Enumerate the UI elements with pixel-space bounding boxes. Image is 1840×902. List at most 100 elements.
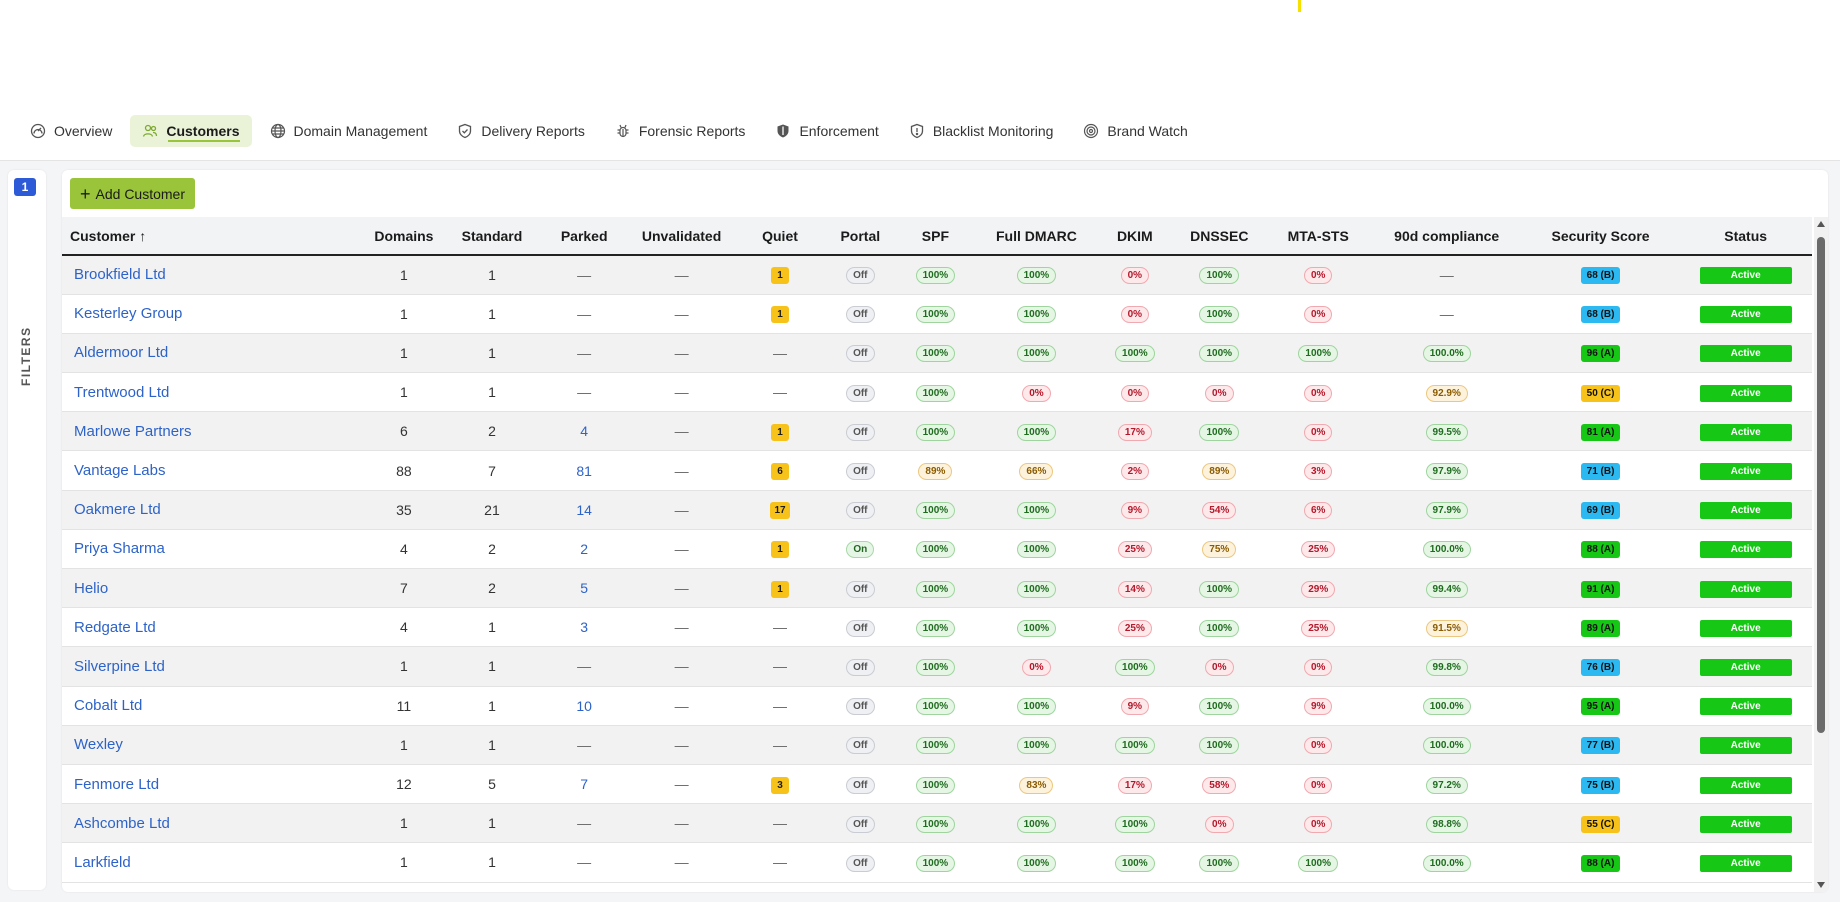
table-row[interactable]: Silverpine Ltd 1 1 — — — Off 100% 0% 100% 0% 0% 99.8… [62, 646, 1812, 687]
tab-delivery-reports[interactable]: Delivery Reports [445, 115, 596, 147]
tab-customers[interactable]: Customers [130, 115, 252, 147]
parked-count-link[interactable]: 2 [580, 541, 588, 557]
column-header-portal[interactable]: Portal [827, 217, 894, 255]
cell-domains: 1 [362, 373, 445, 412]
portal-toggle[interactable]: Off [846, 423, 875, 441]
scroll-up-arrow-icon[interactable] [1817, 221, 1825, 227]
portal-toggle[interactable]: On [846, 541, 875, 559]
cell-mta-sts: 3% [1265, 451, 1372, 490]
customer-name-link[interactable]: Aldermoor Ltd [62, 333, 362, 372]
scroll-thumb[interactable] [1817, 237, 1825, 733]
customer-name-link[interactable]: Larkfield [62, 843, 362, 882]
parked-count-link[interactable]: 7 [580, 776, 588, 792]
table-row[interactable]: Aldermoor Ltd 1 1 — — — Off 100% 100% 100% 100% 100… [62, 333, 1812, 373]
table-row[interactable]: Kesterley Group 1 1 — — 1 Off 100% 100% 0% 100% 0% —… [62, 294, 1812, 334]
column-header-domains[interactable]: Domains [362, 217, 445, 255]
portal-toggle[interactable]: Off [846, 580, 875, 598]
portal-toggle[interactable]: Off [846, 345, 875, 363]
add-customer-button[interactable]: + Add Customer [70, 178, 195, 209]
tab-domain-management[interactable]: Domain Management [258, 115, 440, 147]
parked-count-link[interactable]: 3 [580, 619, 588, 635]
customer-name-link[interactable]: Marlowe Partners [62, 412, 362, 451]
customer-name-link[interactable]: Brookfield Ltd [62, 255, 362, 294]
column-header-customer[interactable]: Customer ↑ [62, 217, 362, 255]
portal-toggle[interactable]: Off [846, 502, 875, 520]
status-badge: Active [1699, 306, 1792, 324]
parked-count-link[interactable]: 10 [576, 698, 592, 714]
cell-parked: — [539, 725, 630, 764]
full-dmarc-pill: 100% [1016, 619, 1057, 637]
customer-name-link[interactable]: Helio [62, 569, 362, 608]
table-row[interactable]: Marlowe Partners 6 2 4 — 1 Off 100% 100% 17% 100% 0… [62, 411, 1812, 451]
column-header-dkim[interactable]: DKIM [1096, 217, 1174, 255]
column-header-unvalidated[interactable]: Unvalidated [630, 217, 734, 255]
table-row[interactable]: Cobalt Ltd 11 1 10— — Off 100% 100% 9% 100% 9% 100.… [62, 686, 1812, 726]
column-header-standard[interactable]: Standard [445, 217, 538, 255]
table-row[interactable]: Priya Sharma 4 2 2 — 1 On 100% 100% 25% 75% 25% 100.… [62, 529, 1812, 569]
tab-blacklist-monitoring[interactable]: Blacklist Monitoring [897, 115, 1066, 147]
portal-toggle[interactable]: Off [846, 384, 875, 402]
table-row[interactable]: Oakmere Ltd 35 21 14 — 17 Off 100% 100% 9% 54% 6% 97… [62, 490, 1812, 530]
portal-toggle[interactable]: Off [846, 776, 875, 794]
portal-toggle[interactable]: Off [846, 619, 875, 637]
portal-toggle[interactable]: Off [846, 854, 875, 872]
table-row[interactable]: Vantage Labs 88 7 81 — 6 Off 89% 66% 2% 89% 3% 97.9%… [62, 450, 1812, 491]
customer-name-link[interactable]: Redgate Ltd [62, 608, 362, 647]
customer-name-link[interactable]: Cobalt Ltd [62, 686, 362, 725]
customer-name-link[interactable]: Fenmore Ltd [62, 764, 362, 803]
parked-count-link[interactable]: 81 [576, 463, 592, 479]
customer-name-link[interactable]: Trentwood Ltd [62, 373, 362, 412]
compliance-pill: 100.0% [1422, 737, 1471, 755]
security-score-badge: 91 (A) [1580, 580, 1621, 598]
customer-name-link[interactable]: Ashcombe Ltd [62, 804, 362, 843]
column-header-status[interactable]: Status [1679, 217, 1812, 255]
tab-overview[interactable]: Overview [18, 115, 124, 147]
table-row[interactable]: Larkfield 1 1 — — — Off 100% 100% 100% 100% 100% 100… [62, 842, 1812, 882]
status-badge: Active [1699, 384, 1792, 402]
portal-toggle[interactable]: Off [846, 463, 875, 481]
customer-name-link[interactable]: Silverpine Ltd [62, 647, 362, 686]
tab-enforcement[interactable]: Enforcement [763, 115, 890, 147]
column-header-full-dmarc[interactable]: Full DMARC [977, 217, 1096, 255]
portal-toggle[interactable]: Off [846, 815, 875, 833]
column-header-security-score[interactable]: Security Score [1522, 217, 1679, 255]
table-row[interactable]: Trentwood Ltd 1 1 — — — Off 100% 0% 0% 0% 0% 92.9% 50… [62, 372, 1812, 412]
table-row[interactable]: Redgate Ltd 4 1 3 — — Off 100% 100% 25% 100% 25% 91.… [62, 607, 1812, 647]
customer-name-link[interactable]: Kesterley Group [62, 294, 362, 333]
table-scrollbar[interactable] [1814, 217, 1828, 892]
table-row[interactable]: Helio 7 2 5 — 1 Off 100% 100% 14% 100% 29% 99.4% 91 (… [62, 568, 1812, 608]
table-row[interactable]: Wexley 1 1 — — — Off 100% 100% 100% 100% 0% 100.0% 77… [62, 725, 1812, 765]
full-dmarc-pill: 83% [1019, 776, 1054, 794]
customer-name-link[interactable]: Vantage Labs [62, 451, 362, 490]
portal-toggle[interactable]: Off [846, 737, 875, 755]
compliance-pill: 99.8% [1425, 658, 1468, 676]
parked-count-link[interactable]: 4 [580, 423, 588, 439]
parked-count-link[interactable]: 5 [580, 580, 588, 596]
status-badge: Active [1699, 541, 1792, 559]
tab-brand-watch[interactable]: Brand Watch [1071, 115, 1199, 147]
scroll-down-arrow-icon[interactable] [1817, 882, 1825, 888]
column-header-quiet[interactable]: Quiet [733, 217, 826, 255]
column-header-90d-compliance[interactable]: 90d compliance [1372, 217, 1522, 255]
customer-name-link[interactable]: Wexley [62, 725, 362, 764]
table-row[interactable]: Ashcombe Ltd 1 1 — — — Off 100% 100% 100% 0% 0% 98.8… [62, 803, 1812, 843]
customer-name-link[interactable]: Priya Sharma [62, 529, 362, 568]
portal-toggle[interactable]: Off [846, 698, 875, 716]
column-header-spf[interactable]: SPF [894, 217, 977, 255]
table-row[interactable]: Fenmore Ltd 12 5 7 — 3 Off 100% 83% 17% 58% 0% 97.2%… [62, 764, 1812, 804]
column-header-parked[interactable]: Parked [539, 217, 630, 255]
parked-count-link[interactable]: 14 [576, 502, 592, 518]
table-row[interactable]: Brookfield Ltd 1 1 — — 1 Off 100% 100% 0% 100% 0% — 6… [62, 255, 1812, 295]
tab-forensic-reports[interactable]: Forensic Reports [603, 115, 758, 147]
column-header-mta-sts[interactable]: MTA-STS [1265, 217, 1372, 255]
cell-status: Active [1679, 686, 1812, 725]
column-header-dnssec[interactable]: DNSSEC [1174, 217, 1265, 255]
customer-name-link[interactable]: Oakmere Ltd [62, 490, 362, 529]
portal-toggle[interactable]: Off [846, 306, 875, 324]
portal-toggle[interactable]: Off [846, 658, 875, 676]
cell-unvalidated: — [630, 490, 734, 529]
filters-sidebar[interactable]: 1 FILTERS [8, 170, 46, 890]
portal-toggle[interactable]: Off [846, 267, 875, 285]
spf-pill: 100% [915, 737, 956, 755]
compliance-pill: 100.0% [1422, 345, 1471, 363]
